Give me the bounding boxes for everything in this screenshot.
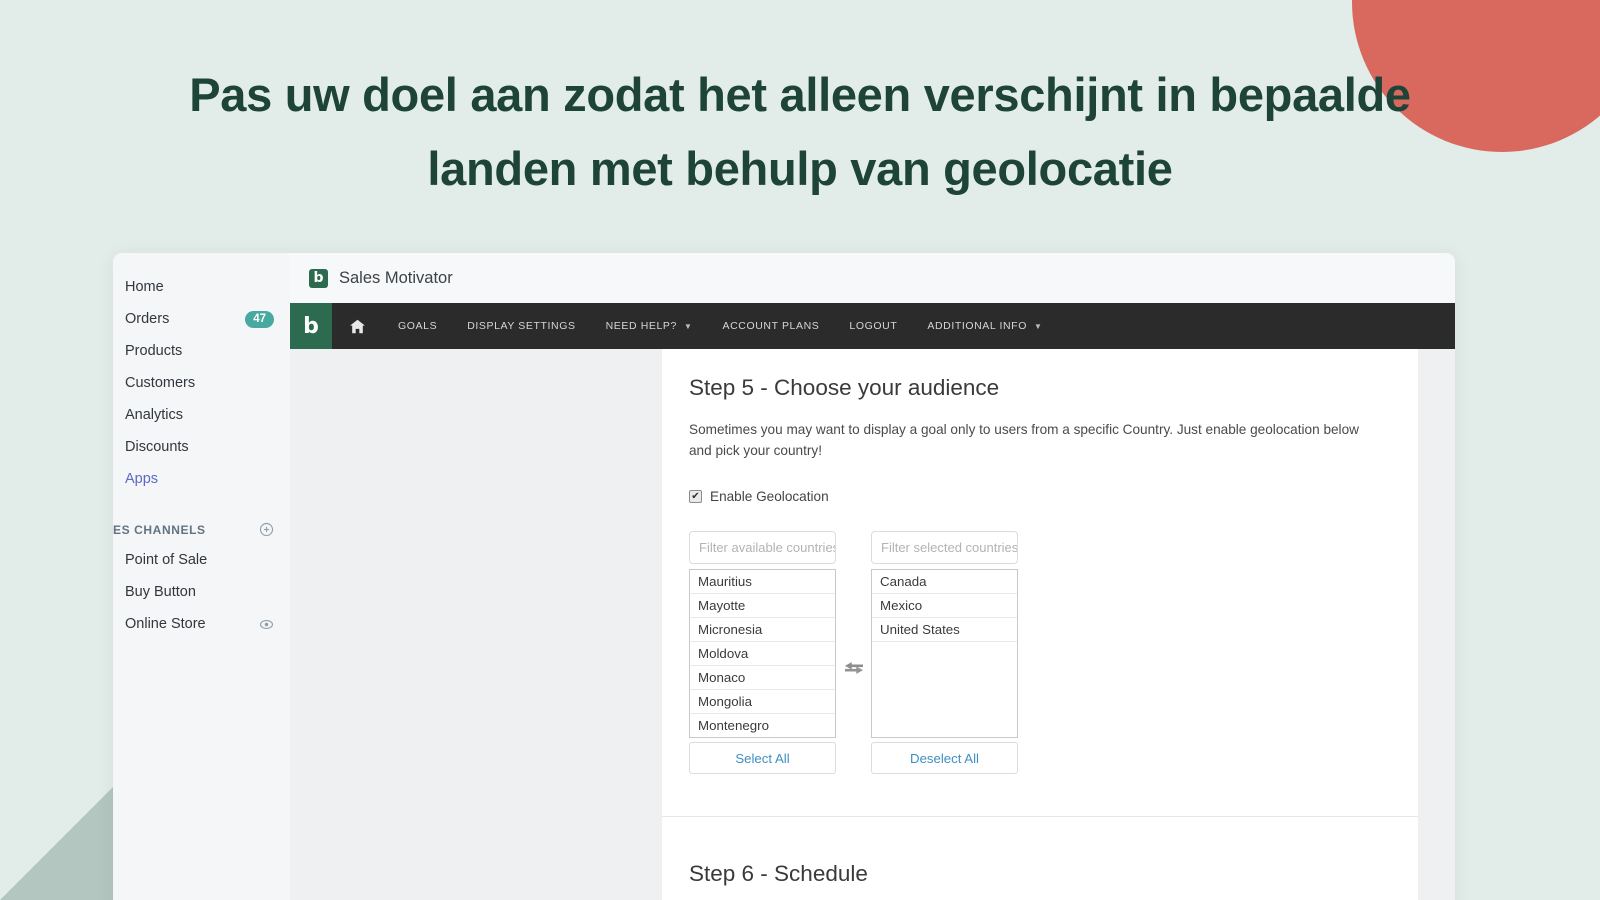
topnav-item-label: ADDITIONAL INFO (927, 320, 1027, 332)
plus-circle-icon[interactable] (259, 522, 274, 537)
step6-section: Step 6 - Schedule If you want to show yo… (689, 817, 1391, 900)
select-all-button[interactable]: Select All (689, 742, 836, 775)
sidebar-item-label: Customers (125, 375, 196, 391)
topnav-item-logout[interactable]: LOGOUT (834, 303, 912, 349)
embedded-app-region: b Sales Motivator b GOALS DISPLAY SETTIN… (290, 253, 1455, 900)
app-topnav: b GOALS DISPLAY SETTINGS NEED HELP? ▼ AC… (290, 303, 1455, 349)
sidebar-item-home[interactable]: Home (113, 271, 290, 303)
sidebar-item-label: Discounts (125, 439, 189, 455)
sidebar-section-label: ES CHANNELS (113, 522, 206, 537)
deselect-all-button[interactable]: Deselect All (871, 742, 1018, 775)
topnav-item-display-settings[interactable]: DISPLAY SETTINGS (452, 303, 590, 349)
page-headline: Pas uw doel aan zodat het alleen verschi… (189, 68, 1411, 196)
topnav-item-label: ACCOUNT PLANS (722, 320, 820, 332)
list-item[interactable]: Mayotte (690, 594, 835, 619)
topnav-item-goals[interactable]: GOALS (383, 303, 452, 349)
sidebar-item-point-of-sale[interactable]: Point of Sale (113, 544, 290, 576)
eye-icon[interactable] (259, 617, 274, 632)
chevron-down-icon: ▼ (1033, 321, 1043, 331)
app-title: Sales Motivator (339, 268, 453, 287)
sidebar-item-analytics[interactable]: Analytics (113, 399, 290, 431)
app-brand-icon: b (309, 268, 328, 288)
app-titlebar: b Sales Motivator (290, 253, 1455, 303)
topnav-logo-icon[interactable]: b (290, 303, 332, 349)
selected-filter-input[interactable]: Filter selected countries (871, 531, 1018, 565)
topnav-item-label: LOGOUT (849, 320, 898, 332)
topnav-items: GOALS DISPLAY SETTINGS NEED HELP? ▼ ACCO… (332, 303, 1058, 349)
enable-geolocation-checkbox[interactable]: ✔ (689, 490, 702, 504)
sidebar-item-apps[interactable]: Apps (113, 463, 290, 495)
list-item[interactable]: Mauritius (690, 570, 835, 595)
sidebar-item-label: Buy Button (125, 584, 196, 600)
sidebar-item-buy-button[interactable]: Buy Button (113, 576, 290, 608)
topnav-item-label: GOALS (398, 320, 438, 332)
app-content-panel: Step 5 - Choose your audience Sometimes … (662, 349, 1418, 900)
topnav-item-additional-info[interactable]: ADDITIONAL INFO ▼ (912, 303, 1057, 349)
sidebar-item-label: Online Store (125, 616, 206, 632)
sidebar-item-label: Analytics (125, 407, 184, 423)
enable-geolocation-row[interactable]: ✔ Enable Geolocation (689, 489, 1391, 504)
topnav-item-account-plans[interactable]: ACCOUNT PLANS (708, 303, 835, 349)
available-countries-column: Filter available countries Mauritius May… (689, 531, 836, 775)
list-item[interactable]: Canada (872, 570, 1017, 595)
enable-geolocation-label: Enable Geolocation (710, 489, 829, 505)
step6-title: Step 6 - Schedule (689, 861, 868, 887)
available-countries-listbox[interactable]: Mauritius Mayotte Micronesia Moldova Mon… (689, 569, 836, 739)
sidebar-item-discounts[interactable]: Discounts (113, 431, 290, 463)
sidebar-item-customers[interactable]: Customers (113, 367, 290, 399)
sidebar-item-label: Point of Sale (125, 552, 208, 568)
step5-description: Sometimes you may want to display a goal… (689, 422, 1359, 459)
list-item[interactable]: Montenegro (690, 714, 835, 737)
selected-countries-listbox[interactable]: Canada Mexico United States (871, 569, 1018, 739)
sidebar-item-label: Apps (125, 471, 159, 487)
app-content-scroll[interactable]: Step 5 - Choose your audience Sometimes … (290, 349, 1455, 900)
home-icon[interactable] (332, 303, 383, 349)
sidebar-item-label: Orders (125, 311, 170, 327)
topnav-item-need-help[interactable]: NEED HELP? ▼ (591, 303, 708, 349)
sidebar-item-online-store[interactable]: Online Store (113, 608, 290, 640)
country-dual-listbox: Filter available countries Mauritius May… (689, 531, 1391, 775)
swap-arrows-icon[interactable] (836, 531, 871, 675)
list-item[interactable]: United States (872, 618, 1017, 643)
topnav-item-label: NEED HELP? (605, 320, 677, 332)
selected-countries-column: Filter selected countries Canada Mexico … (871, 531, 1018, 775)
list-item[interactable]: Micronesia (690, 618, 835, 643)
sidebar-item-label: Home (125, 279, 164, 295)
orders-count-badge: 47 (245, 310, 274, 328)
admin-sidebar: Home Orders 47 Products Customers Analyt… (113, 253, 290, 900)
sidebar-section-sales-channels: ES CHANNELS (113, 515, 290, 544)
browser-window-card: Home Orders 47 Products Customers Analyt… (113, 253, 1455, 900)
step5-title: Step 5 - Choose your audience (689, 375, 1000, 400)
available-filter-input[interactable]: Filter available countries (689, 531, 836, 565)
topnav-item-label: DISPLAY SETTINGS (467, 320, 576, 332)
list-item[interactable]: Moldova (690, 642, 835, 667)
sidebar-item-products[interactable]: Products (113, 335, 290, 367)
list-item[interactable]: Mongolia (690, 690, 835, 715)
sidebar-item-orders[interactable]: Orders 47 (113, 303, 290, 335)
chevron-down-icon: ▼ (683, 321, 693, 331)
sidebar-item-label: Products (125, 343, 183, 359)
list-item[interactable]: Monaco (690, 666, 835, 691)
list-item[interactable]: Mexico (872, 594, 1017, 619)
